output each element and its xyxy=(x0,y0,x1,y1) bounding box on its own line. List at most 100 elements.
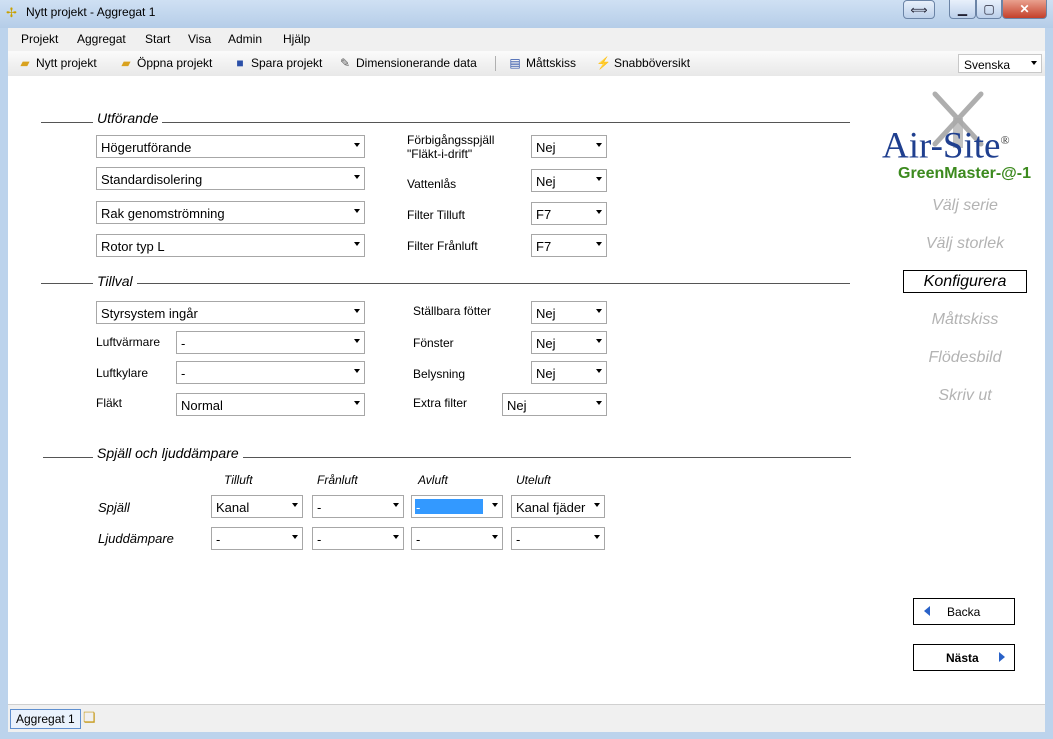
vattenlas-select[interactable]: Nej xyxy=(531,169,607,192)
new-project-label: Nytt projekt xyxy=(36,56,97,70)
logo-dash: - xyxy=(930,125,943,167)
nav-mattskiss[interactable]: Måttskiss xyxy=(903,311,1027,329)
select-value: - xyxy=(181,366,186,381)
nav-skriv-ut[interactable]: Skriv ut xyxy=(903,387,1027,405)
stromning-select[interactable]: Rak genomströmning xyxy=(96,201,365,224)
luftvarmare-select[interactable]: - xyxy=(176,331,365,354)
luftvarmare-label: Luftvärmare xyxy=(96,335,161,349)
chevron-down-icon xyxy=(596,339,602,343)
chevron-down-icon xyxy=(596,369,602,373)
select-value: - xyxy=(317,500,322,515)
back-button-label: Backa xyxy=(947,605,981,619)
menu-hjalp[interactable]: Hjälp xyxy=(283,32,310,46)
folder-new-icon: ▰ xyxy=(20,55,30,70)
select-value: Styrsystem ingår xyxy=(101,306,198,321)
logo-site-text: Site xyxy=(942,125,1001,167)
chevron-down-icon xyxy=(1031,61,1037,65)
utforande-select-1[interactable]: Högerutförande xyxy=(96,135,365,158)
select-value: F7 xyxy=(536,239,552,254)
new-tab-icon[interactable]: ❏ xyxy=(83,709,96,726)
sketch-button[interactable]: ▤ Måttskiss xyxy=(508,56,576,70)
stallbara-fotter-select[interactable]: Nej xyxy=(531,301,607,324)
chevron-down-icon xyxy=(393,535,399,539)
forbigangsspjall-select[interactable]: Nej xyxy=(531,135,607,158)
menu-start[interactable]: Start xyxy=(145,32,170,46)
language-value: Svenska xyxy=(964,58,1011,72)
main-content: Utförande Högerutförande Standardisoleri… xyxy=(8,76,1045,704)
edit-document-icon: ✎ xyxy=(339,55,351,70)
belysning-label: Belysning xyxy=(413,367,466,381)
chevron-down-icon xyxy=(354,242,360,246)
nav-valj-storlek[interactable]: Välj storlek xyxy=(903,235,1027,253)
select-value: Nej xyxy=(536,366,556,381)
registered-mark: ® xyxy=(1000,133,1010,147)
filter-tilluft-select[interactable]: F7 xyxy=(531,202,607,225)
fonster-select[interactable]: Nej xyxy=(531,331,607,354)
luftkylare-select[interactable]: - xyxy=(176,361,365,384)
filter-franluft-label: Filter Frånluft xyxy=(407,239,478,253)
ljud-franluft-select[interactable]: - xyxy=(312,527,404,550)
extra-filter-select[interactable]: Nej xyxy=(502,393,607,416)
flakt-label: Fläkt xyxy=(96,396,123,410)
chevron-down-icon xyxy=(594,503,600,507)
maximize-button[interactable]: ▢ xyxy=(976,0,1002,19)
select-value: Kanal fjäder xyxy=(516,500,586,515)
flakt-select[interactable]: Normal xyxy=(176,393,365,416)
select-value: Kanal xyxy=(216,500,250,515)
select-value: Nej xyxy=(536,336,556,351)
nav-konfigurera[interactable]: Konfigurera xyxy=(903,270,1027,293)
section-title-utforande: Utförande xyxy=(93,110,163,126)
rotor-select[interactable]: Rotor typ L xyxy=(96,234,365,257)
spjall-franluft-select[interactable]: - xyxy=(312,495,404,518)
open-project-button[interactable]: ▰ Öppna projekt xyxy=(119,56,212,70)
chevron-down-icon xyxy=(596,309,602,313)
chevron-down-icon xyxy=(596,177,602,181)
filter-franluft-select[interactable]: F7 xyxy=(531,234,607,257)
save-project-button[interactable]: ■ Spara projekt xyxy=(233,56,322,70)
select-value: - xyxy=(216,532,221,547)
isolering-select[interactable]: Standardisolering xyxy=(96,167,365,190)
spjall-avluft-select[interactable]: - xyxy=(411,495,503,518)
nav-valj-serie[interactable]: Välj serie xyxy=(903,197,1027,215)
floppy-disk-icon: ■ xyxy=(236,55,244,70)
back-button[interactable]: Backa xyxy=(913,598,1015,625)
menu-admin[interactable]: Admin xyxy=(228,32,262,46)
luftkylare-label: Luftkylare xyxy=(96,366,149,380)
menu-visa[interactable]: Visa xyxy=(188,32,211,46)
vattenlas-label: Vattenlås xyxy=(407,177,457,191)
select-value: F7 xyxy=(536,207,552,222)
minimize-button[interactable]: ▁ xyxy=(949,0,976,19)
arrow-right-icon xyxy=(999,652,1005,662)
next-button[interactable]: Nästa xyxy=(913,644,1015,671)
swap-window-button[interactable]: ⟺ xyxy=(903,0,935,19)
extra-filter-label: Extra filter xyxy=(413,396,468,410)
section-divider xyxy=(41,283,850,284)
dim-data-button[interactable]: ✎ Dimensionerande data xyxy=(338,56,477,70)
ljud-uteluft-select[interactable]: - xyxy=(511,527,605,550)
quick-overview-button[interactable]: ⚡ Snabböversikt xyxy=(596,56,690,70)
open-project-label: Öppna projekt xyxy=(137,56,213,70)
tab-aggregat-1[interactable]: Aggregat 1 xyxy=(10,709,81,729)
select-value: Nej xyxy=(507,398,527,413)
select-value: - xyxy=(317,532,322,547)
section-title-tillval: Tillval xyxy=(93,273,137,289)
belysning-select[interactable]: Nej xyxy=(531,361,607,384)
styrsystem-select[interactable]: Styrsystem ingår xyxy=(96,301,365,324)
spjall-uteluft-select[interactable]: Kanal fjäder xyxy=(511,495,605,518)
section-title-spjall: Spjäll och ljuddämpare xyxy=(93,445,243,461)
product-name: GreenMaster-@-1 xyxy=(898,165,1031,182)
new-project-button[interactable]: ▰ Nytt projekt xyxy=(18,55,97,70)
lightning-icon: ⚡ xyxy=(596,55,611,70)
select-value: - xyxy=(516,532,521,547)
nav-flodesbild[interactable]: Flödesbild xyxy=(903,349,1027,367)
menu-aggregat[interactable]: Aggregat xyxy=(77,32,126,46)
close-button[interactable]: ✕ xyxy=(1002,0,1047,19)
menu-projekt[interactable]: Projekt xyxy=(21,32,58,46)
spjall-tilluft-select[interactable]: Kanal xyxy=(211,495,303,518)
window-title: Nytt projekt - Aggregat 1 xyxy=(26,5,156,19)
col-header-franluft: Frånluft xyxy=(317,473,358,487)
language-select[interactable]: Svenska xyxy=(958,54,1042,73)
chevron-down-icon xyxy=(354,209,360,213)
ljud-avluft-select[interactable]: - xyxy=(411,527,503,550)
ljud-tilluft-select[interactable]: - xyxy=(211,527,303,550)
